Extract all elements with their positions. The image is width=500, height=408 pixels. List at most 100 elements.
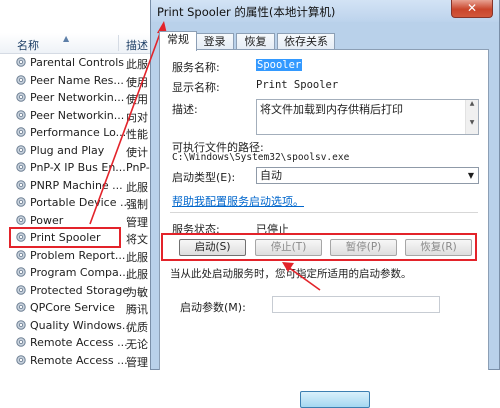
service-gear-icon — [16, 302, 26, 312]
buttons-highlight-box — [161, 233, 477, 261]
tab-general[interactable]: 常规 — [159, 31, 197, 51]
service-row[interactable]: PnP-X IP Bus En... PnP- — [0, 159, 160, 177]
service-description: 此服 — [126, 58, 148, 71]
blurred-area — [414, 337, 484, 377]
service-row[interactable]: Problem Report... 此服 — [0, 247, 160, 265]
service-name: Portable Device ... — [30, 196, 131, 209]
service-description: 管理 — [126, 215, 148, 229]
service-row[interactable]: Peer Networkin... 使用 — [0, 89, 160, 107]
properties-dialog: Print Spooler 的属性(本地计算机) ✕ 常规 登录 恢复 依存关系… — [150, 0, 500, 408]
service-row[interactable]: Portable Device ... 强制 — [0, 194, 160, 212]
service-description: 使用 — [126, 75, 148, 89]
service-row[interactable]: Peer Name Res... 使用 — [0, 72, 160, 90]
tab-dependencies[interactable]: 依存关系 — [277, 33, 335, 50]
service-row[interactable]: Peer Networkin... 向对 — [0, 107, 160, 125]
service-name: Plug and Play — [30, 143, 105, 157]
dialog-titlebar[interactable]: Print Spooler 的属性(本地计算机) ✕ — [151, 0, 499, 22]
service-gear-icon — [16, 179, 26, 190]
service-name: Quality Windows... — [30, 318, 133, 332]
service-row[interactable]: Performance Lo... 性能 — [0, 124, 160, 142]
service-row[interactable]: PNRP Machine ... 此服 — [0, 177, 160, 195]
start-params-label: 启动参数(M): — [180, 301, 246, 314]
close-icon: ✕ — [466, 1, 478, 15]
startup-type-select[interactable]: 自动 ▼ — [256, 167, 479, 184]
service-name: PNRP Machine ... — [30, 178, 123, 192]
print-spooler-highlight — [9, 227, 121, 248]
service-name: Peer Networkin... — [30, 108, 125, 122]
service-gear-icon — [16, 92, 26, 102]
service-gear-icon — [16, 162, 26, 172]
services-list: Parental Controls 此服 Peer Name Res... 使用 Pee… — [0, 54, 160, 369]
service-description: 性能 — [126, 128, 148, 141]
service-name-label: 服务名称: — [172, 61, 220, 74]
service-gear-icon — [16, 249, 26, 260]
service-description: 使计 — [126, 145, 148, 159]
service-description: 使用 — [126, 93, 148, 106]
display-name-label: 显示名称: — [172, 81, 220, 94]
column-header-name[interactable]: 名称 — [17, 37, 39, 53]
description-scrollbar[interactable]: ▲ ▼ — [465, 100, 478, 134]
help-configure-link[interactable]: 帮助我配置服务启动选项。 — [172, 193, 304, 209]
service-name: Protected Storage — [30, 283, 130, 297]
tab-dependencies-label: 依存关系 — [284, 35, 328, 48]
start-params-input[interactable] — [272, 296, 440, 313]
service-description: 优质 — [126, 320, 148, 334]
description-textbox[interactable]: 将文件加载到内存供稍后打印 ▲ ▼ — [256, 99, 479, 135]
service-name: Problem Report... — [30, 248, 126, 262]
service-gear-icon — [16, 267, 26, 277]
tab-recovery-label: 恢复 — [244, 35, 267, 48]
service-row[interactable]: Parental Controls 此服 — [0, 54, 160, 72]
service-name: Remote Access ... — [30, 353, 128, 367]
scroll-down-icon[interactable]: ▼ — [466, 119, 478, 126]
service-gear-icon — [16, 144, 26, 155]
column-header-description[interactable]: 描述 — [126, 37, 148, 53]
service-row[interactable]: Remote Access ... 无论 — [0, 334, 160, 352]
services-list-header: 名称 ▲ 描述 — [0, 33, 160, 54]
tab-general-label: 常规 — [167, 33, 189, 46]
general-tab-panel: 服务名称: Spooler 显示名称: Print Spooler 描述: 将文… — [159, 49, 489, 408]
column-divider[interactable] — [118, 35, 119, 51]
service-gear-icon — [16, 284, 26, 295]
scroll-up-icon[interactable]: ▲ — [466, 100, 478, 107]
service-description: 强制 — [126, 198, 148, 211]
service-row[interactable]: QPCore Service 腾讯 — [0, 299, 160, 317]
service-gear-icon — [16, 57, 26, 67]
service-name: Power — [30, 213, 64, 227]
service-gear-icon — [16, 354, 26, 365]
service-gear-icon — [16, 319, 26, 330]
service-description: 为敏 — [126, 285, 148, 299]
service-name: QPCore Service — [30, 301, 115, 314]
display-name-value[interactable]: Print Spooler — [256, 79, 338, 91]
service-name: Program Compa... — [30, 266, 130, 279]
service-name: Performance Lo... — [30, 126, 127, 139]
sort-ascending-icon: ▲ — [63, 34, 70, 43]
close-button[interactable]: ✕ — [451, 0, 493, 18]
tab-recovery[interactable]: 恢复 — [236, 33, 275, 50]
service-row[interactable]: Protected Storage 为敏 — [0, 282, 160, 300]
tab-logon-label: 登录 — [203, 35, 226, 48]
service-gear-icon — [16, 337, 26, 347]
service-row[interactable]: Quality Windows... 优质 — [0, 317, 160, 335]
description-value: 将文件加载到内存供稍后打印 — [260, 103, 403, 116]
service-description: 将文 — [126, 233, 148, 246]
service-description: 向对 — [126, 110, 148, 124]
ok-button[interactable] — [300, 391, 370, 408]
exe-path-value[interactable]: C:\Windows\System32\spoolsv.exe — [172, 152, 349, 163]
service-name: Peer Name Res... — [30, 73, 124, 87]
service-description: 腾讯 — [126, 303, 148, 316]
service-row[interactable]: Plug and Play 使计 — [0, 142, 160, 160]
service-description: 无论 — [126, 338, 148, 351]
service-row[interactable]: Remote Access ... 管理 — [0, 352, 160, 370]
dropdown-arrow-icon[interactable]: ▼ — [468, 168, 474, 183]
service-gear-icon — [16, 109, 26, 120]
service-name: PnP-X IP Bus En... — [30, 161, 126, 174]
service-description: 管理 — [126, 355, 148, 369]
service-gear-icon — [16, 74, 26, 85]
service-name-value[interactable]: Spooler — [256, 59, 303, 71]
section-divider — [170, 212, 478, 213]
service-gear-icon — [16, 214, 26, 225]
service-name: Parental Controls — [30, 56, 124, 69]
service-row[interactable]: Program Compa... 此服 — [0, 264, 160, 282]
service-description: 此服 — [126, 250, 148, 264]
tab-logon[interactable]: 登录 — [195, 33, 234, 50]
